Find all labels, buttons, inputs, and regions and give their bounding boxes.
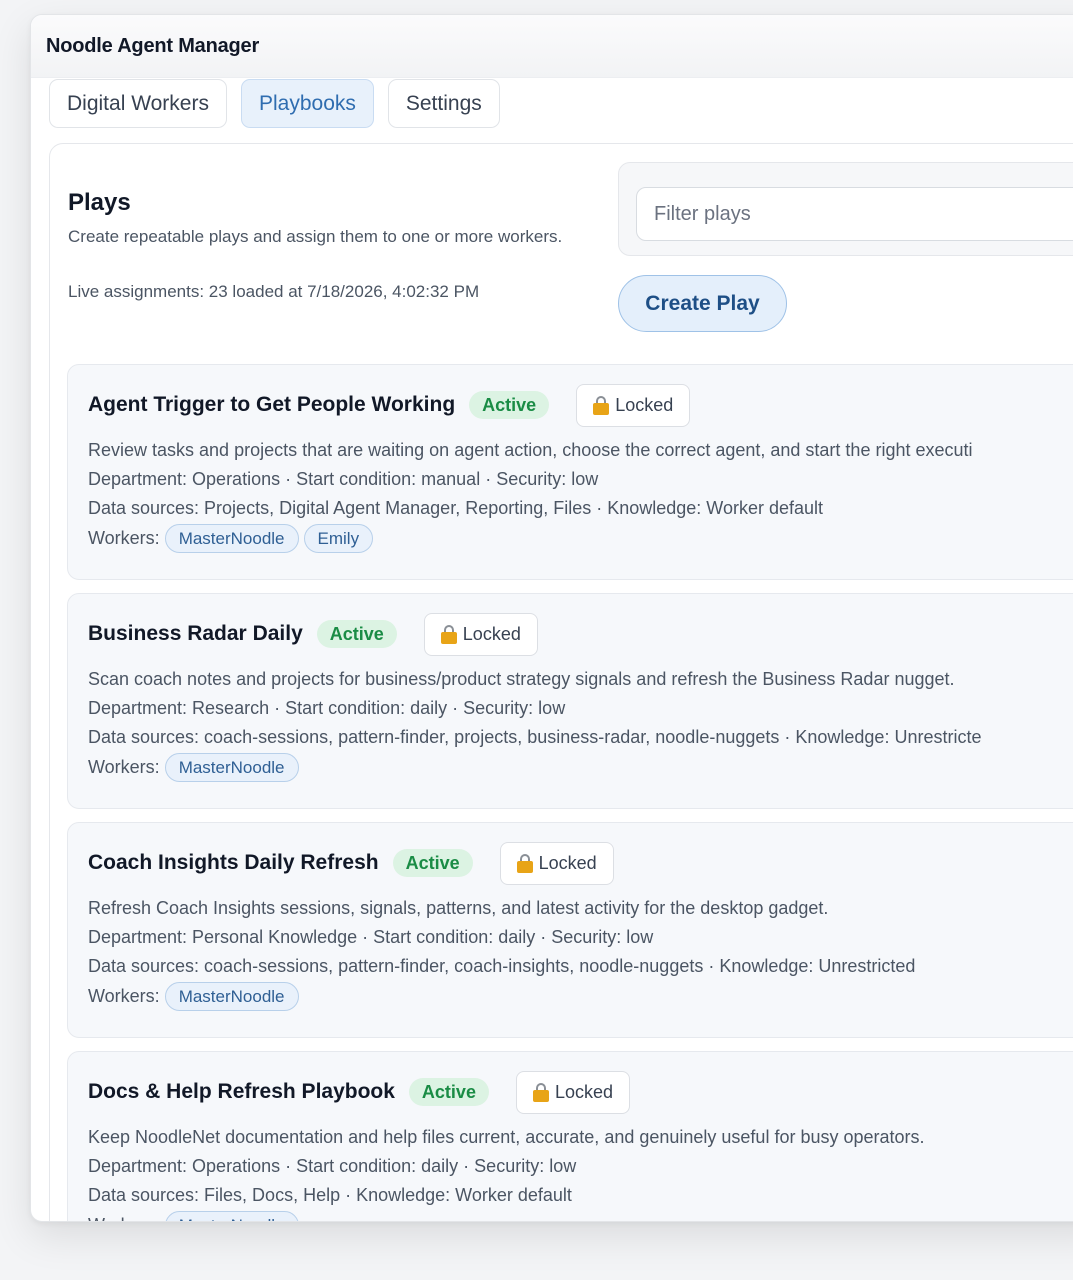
play-description: Refresh Coach Insights sessions, signals… <box>88 898 829 918</box>
play-card[interactable]: Business Radar Daily Active Locked Scan … <box>67 593 1073 809</box>
play-meta: Department: Research · Start condition: … <box>88 698 566 718</box>
lock-badge[interactable]: Locked <box>576 383 691 427</box>
workers-row: Workers: MasterNoodle <box>88 753 299 782</box>
live-assignments-status: Live assignments: 23 loaded at 7/18/2026… <box>68 282 480 301</box>
play-description: Review tasks and projects that are waiti… <box>88 440 973 460</box>
play-description: Scan coach notes and projects for busine… <box>88 669 955 689</box>
play-title: Agent Trigger to Get People Working <box>88 393 456 416</box>
play-data-sources: Data sources: coach-sessions, pattern-fi… <box>88 956 916 976</box>
worker-chip[interactable]: Emily <box>303 524 374 553</box>
play-card[interactable]: Coach Insights Daily Refresh Active Lock… <box>67 822 1073 1038</box>
plays-description: Create repeatable plays and assign them … <box>68 227 563 246</box>
status-badge: Active <box>408 1078 489 1106</box>
lock-icon <box>532 1082 549 1102</box>
workers-row: Workers: MasterNoodle <box>88 1211 299 1221</box>
lock-label: Locked <box>462 623 521 644</box>
lock-icon <box>593 395 610 415</box>
play-card[interactable]: Docs & Help Refresh Playbook Active Lock… <box>67 1051 1073 1221</box>
filter-container <box>618 162 1073 256</box>
workers-label: Workers: <box>88 528 160 548</box>
worker-chip[interactable]: MasterNoodle <box>164 753 299 782</box>
tab-bar: Digital Workers Playbooks Settings <box>49 79 500 128</box>
tab-digital-workers[interactable]: Digital Workers <box>49 79 227 128</box>
play-title: Docs & Help Refresh Playbook <box>88 1080 395 1103</box>
workers-row: Workers: MasterNoodle Emily <box>88 524 374 553</box>
worker-chip[interactable]: MasterNoodle <box>164 982 299 1011</box>
lock-label: Locked <box>615 394 674 415</box>
tab-settings[interactable]: Settings <box>387 79 500 128</box>
play-title: Business Radar Daily <box>88 622 303 645</box>
status-badge: Active <box>316 620 397 648</box>
lock-label: Locked <box>554 1081 613 1102</box>
app-window: Noodle Agent Manager Digital Workers Pla… <box>30 14 1073 1222</box>
lock-badge[interactable]: Locked <box>499 841 614 885</box>
filter-plays-input[interactable] <box>636 187 1073 241</box>
workers-label: Workers: <box>88 757 160 777</box>
play-description: Keep NoodleNet documentation and help fi… <box>88 1127 925 1147</box>
status-badge: Active <box>392 849 473 877</box>
tab-playbooks[interactable]: Playbooks <box>240 79 374 128</box>
window-title: Noodle Agent Manager <box>31 15 1073 78</box>
worker-chip[interactable]: MasterNoodle <box>164 524 299 553</box>
worker-chip[interactable]: MasterNoodle <box>164 1211 299 1221</box>
status-badge: Active <box>469 391 550 419</box>
workers-label: Workers: <box>88 986 160 1006</box>
play-data-sources: Data sources: Projects, Digital Agent Ma… <box>88 498 824 518</box>
play-data-sources: Data sources: coach-sessions, pattern-fi… <box>88 727 982 747</box>
workers-label: Workers: <box>88 1215 160 1221</box>
lock-icon <box>440 624 457 644</box>
lock-badge[interactable]: Locked <box>515 1070 630 1114</box>
play-meta: Department: Personal Knowledge · Start c… <box>88 927 654 947</box>
plays-panel: Plays Create repeatable plays and assign… <box>49 143 1073 1221</box>
play-data-sources: Data sources: Files, Docs, Help · Knowle… <box>88 1185 572 1205</box>
lock-icon <box>516 853 533 873</box>
create-play-button[interactable]: Create Play <box>618 275 787 332</box>
lock-badge[interactable]: Locked <box>423 612 538 656</box>
play-title: Coach Insights Daily Refresh <box>88 851 379 874</box>
play-card[interactable]: Agent Trigger to Get People Working Acti… <box>67 364 1073 580</box>
workers-row: Workers: MasterNoodle <box>88 982 299 1011</box>
page-title: Plays <box>68 189 131 216</box>
play-meta: Department: Operations · Start condition… <box>88 469 599 489</box>
play-meta: Department: Operations · Start condition… <box>88 1156 577 1176</box>
lock-label: Locked <box>538 852 597 873</box>
